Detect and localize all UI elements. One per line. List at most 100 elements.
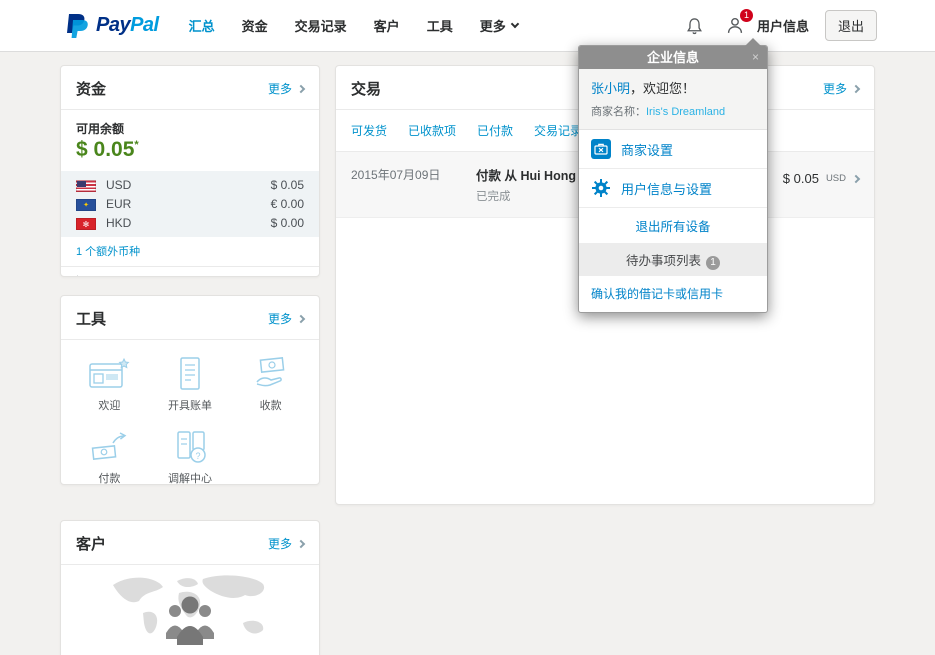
paypal-logo[interactable]: PayPal <box>64 12 159 40</box>
transactions-more-link[interactable]: 更多 <box>823 80 859 97</box>
resolution-center-icon: ? <box>168 429 212 465</box>
dropdown-greeting: 张小明，欢迎您！ 商家名称：Iris's Dreamland <box>579 69 767 130</box>
currency-amount: $ 0.05 <box>271 176 304 195</box>
nav-item-funds[interactable]: 资金 <box>242 16 268 35</box>
tab-received[interactable]: 已收款项 <box>408 122 456 139</box>
balance-asterisk: * <box>134 139 138 151</box>
amount-value: $ 0.05 <box>783 171 819 186</box>
tool-label: 欢迎 <box>98 397 120 413</box>
chevron-down-icon <box>510 20 518 28</box>
svg-text:?: ? <box>195 451 200 461</box>
tools-grid: 欢迎 开具账单 收款 <box>61 340 319 485</box>
user-name: 张小明 <box>591 81 630 96</box>
gear-icon <box>591 178 611 198</box>
tool-invoice[interactable]: 开具账单 <box>168 356 212 413</box>
more-label: 更多 <box>268 535 292 552</box>
exchange-rate-footnote: *这是根据最近的汇率估计的值。 <box>61 267 319 277</box>
notification-count-badge: 1 <box>740 9 753 22</box>
main-nav: 汇总 资金 交易记录 客户 工具 更多 <box>189 16 518 35</box>
tool-receive-money[interactable]: 收款 <box>249 356 293 413</box>
tool-send-money[interactable]: 付款 <box>87 429 131 485</box>
user-settings-item[interactable]: 用户信息与设置 <box>579 169 767 208</box>
merchant-name-value[interactable]: Iris's Dreamland <box>646 106 725 118</box>
extra-currencies-link[interactable]: 1 个额外币种 <box>61 237 319 267</box>
notifications-bell-button[interactable] <box>683 14 707 38</box>
merchant-settings-item[interactable]: 商家设置 <box>579 130 767 169</box>
nav-item-transactions[interactable]: 交易记录 <box>295 16 347 35</box>
world-map-customers-icon <box>105 571 275 655</box>
currency-code: USD <box>106 176 131 195</box>
nav-item-summary[interactable]: 汇总 <box>189 16 215 35</box>
tab-ready-to-ship[interactable]: 可发货 <box>351 122 387 139</box>
chevron-right-icon <box>297 539 305 547</box>
paypal-monogram-icon <box>64 12 90 40</box>
user-menu-button[interactable]: 1 <box>723 14 747 38</box>
business-info-dropdown: 企业信息 × 张小明，欢迎您！ 商家名称：Iris's Dreamland 商家… <box>578 45 768 313</box>
merchant-name-label: 商家名称： <box>591 106 646 118</box>
nav-item-tools[interactable]: 工具 <box>427 16 453 35</box>
dropdown-title: 企业信息 <box>647 50 699 65</box>
merchant-settings-label: 商家设置 <box>621 140 673 159</box>
tab-paid[interactable]: 已付款 <box>477 122 513 139</box>
greeting-line: 张小明，欢迎您！ <box>591 78 755 97</box>
funds-title: 资金 <box>76 78 106 99</box>
eu-flag-icon <box>76 199 96 211</box>
chevron-right-icon <box>297 84 305 92</box>
confirm-card-link[interactable]: 确认我的借记卡或信用卡 <box>579 276 767 312</box>
currency-row-eur[interactable]: EUR € 0.00 <box>76 195 304 214</box>
tools-panel-header: 工具 更多 <box>61 296 319 340</box>
tool-welcome[interactable]: 欢迎 <box>87 356 131 413</box>
bell-icon <box>685 16 704 36</box>
customers-body <box>61 565 319 655</box>
available-balance-value: $ 0.05* <box>76 138 304 162</box>
close-icon[interactable]: × <box>752 46 759 69</box>
currency-amount: $ 0.00 <box>271 214 304 233</box>
currency-code: EUR <box>106 195 131 214</box>
user-info-label[interactable]: 用户信息 <box>757 16 809 35</box>
currency-list: USD $ 0.05 EUR € 0.00 HKD $ 0.00 <box>61 171 319 237</box>
nav-item-customers[interactable]: 客户 <box>374 16 400 35</box>
tools-title: 工具 <box>76 308 106 329</box>
tools-panel: 工具 更多 欢迎 <box>60 295 320 485</box>
user-settings-label: 用户信息与设置 <box>621 179 712 198</box>
more-label: 更多 <box>823 80 847 97</box>
tool-label: 付款 <box>98 470 120 485</box>
more-label: 更多 <box>268 80 292 97</box>
customers-panel: 客户 更多 <box>60 520 320 655</box>
more-label: 更多 <box>268 310 292 327</box>
greeting-suffix: ，欢迎您！ <box>630 81 695 96</box>
hk-flag-icon <box>76 218 96 230</box>
dropdown-pointer <box>745 38 761 46</box>
transaction-amount: $ 0.05 USD <box>783 165 859 186</box>
transactions-title: 交易 <box>351 78 381 99</box>
logout-all-devices-link[interactable]: 退出所有设备 <box>579 208 767 244</box>
funds-more-link[interactable]: 更多 <box>268 80 304 97</box>
send-money-icon <box>87 429 131 465</box>
invoice-document-icon <box>168 356 212 392</box>
tools-more-link[interactable]: 更多 <box>268 310 304 327</box>
footnote-mark: * <box>76 274 79 277</box>
receive-money-icon <box>249 356 293 392</box>
transaction-date: 2015年07月09日 <box>351 165 476 183</box>
tool-resolution-center[interactable]: ? 调解中心 <box>168 429 212 485</box>
currency-row-usd[interactable]: USD $ 0.05 <box>76 176 304 195</box>
customers-more-link[interactable]: 更多 <box>268 535 304 552</box>
currency-row-hkd[interactable]: HKD $ 0.00 <box>76 214 304 233</box>
currency-code: HKD <box>106 214 131 233</box>
us-flag-icon <box>76 180 96 192</box>
customers-title: 客户 <box>76 533 106 554</box>
merchant-line: 商家名称：Iris's Dreamland <box>591 103 755 119</box>
todo-count-badge: 1 <box>706 256 720 270</box>
logout-button[interactable]: 退出 <box>825 10 877 41</box>
available-balance-label: 可用余额 <box>76 120 304 137</box>
funds-panel: 资金 更多 可用余额 $ 0.05* USD $ 0.05 EUR € 0.00 <box>60 65 320 277</box>
paypal-wordmark: PayPal <box>96 14 159 37</box>
balance-amount: $ 0.05 <box>76 138 134 161</box>
briefcase-icon <box>591 139 611 159</box>
top-navigation-bar: PayPal 汇总 资金 交易记录 客户 工具 更多 1 <box>0 0 935 52</box>
currency-amount: € 0.00 <box>271 195 304 214</box>
nav-more-label: 更多 <box>480 16 506 35</box>
nav-item-more[interactable]: 更多 <box>480 16 518 35</box>
nav-right-cluster: 1 用户信息 退出 <box>683 10 877 41</box>
todo-list-item[interactable]: 待办事项列表1 <box>579 244 767 276</box>
